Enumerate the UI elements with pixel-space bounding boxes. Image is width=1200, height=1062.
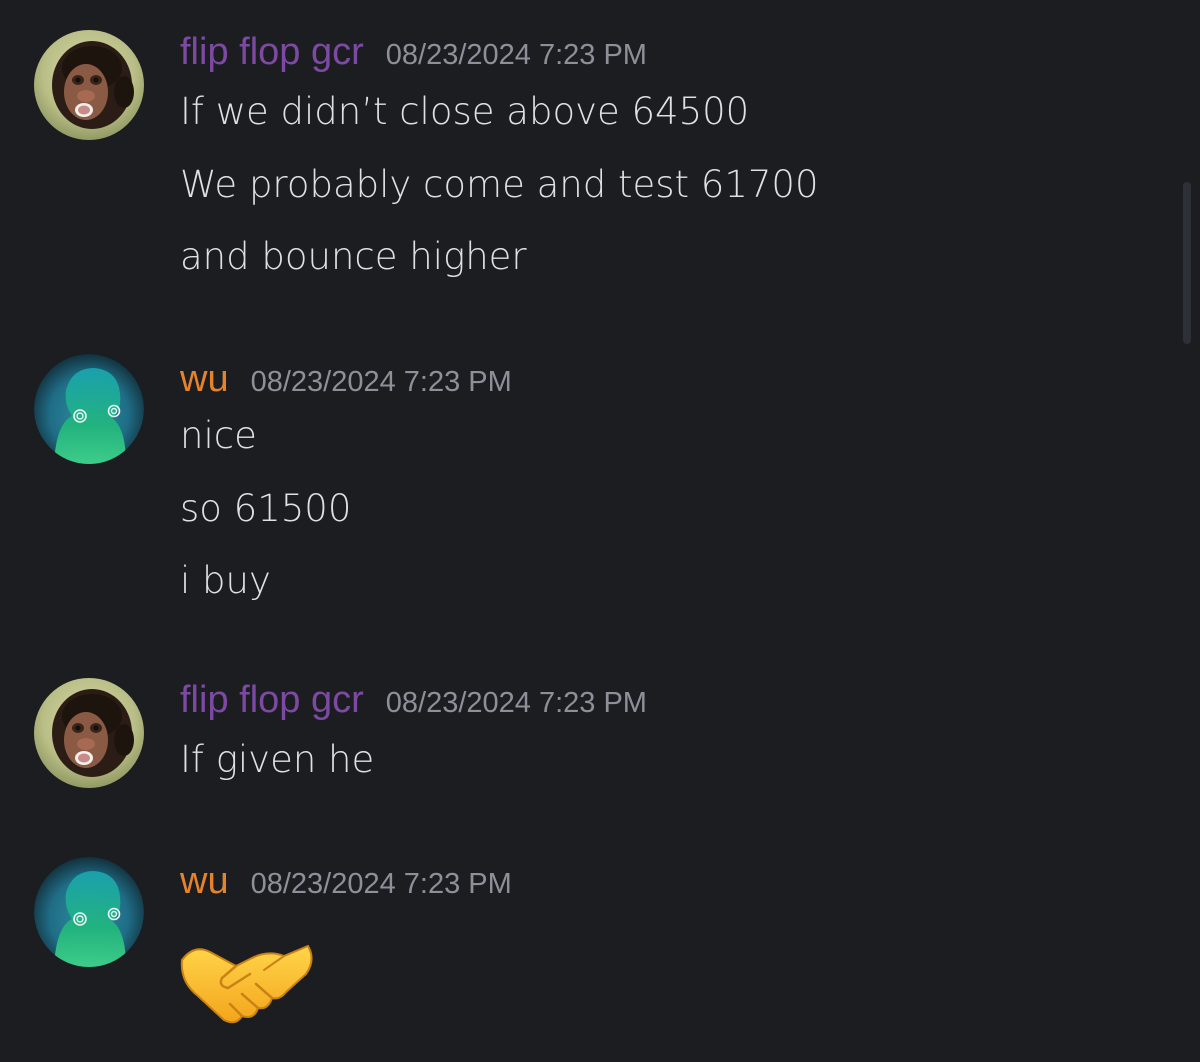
alien-avatar-icon[interactable] xyxy=(34,857,144,967)
message-header: flip flop gcr 08/23/2024 7:23 PM xyxy=(180,33,647,71)
message-text: We probably come and test 61700 xyxy=(180,163,819,206)
message-header: wu 08/23/2024 7:23 PM xyxy=(180,862,512,900)
scrollbar[interactable] xyxy=(1183,182,1191,344)
message-text: If we didn’t close above 64500 xyxy=(180,90,750,133)
handshake-emoji-icon xyxy=(176,930,316,1035)
timestamp: 08/23/2024 7:23 PM xyxy=(250,868,512,900)
chat-messages: flip flop gcr 08/23/2024 7:23 PM If we di… xyxy=(0,0,1200,1062)
message-text: and bounce higher xyxy=(180,235,527,278)
username[interactable]: wu xyxy=(180,358,229,400)
message-header: wu 08/23/2024 7:23 PM xyxy=(180,360,512,398)
timestamp: 08/23/2024 7:23 PM xyxy=(250,366,512,398)
monkey-avatar-icon[interactable] xyxy=(34,678,144,788)
username[interactable]: flip flop gcr xyxy=(180,31,364,73)
message-text: If given he xyxy=(180,738,375,781)
timestamp: 08/23/2024 7:23 PM xyxy=(385,687,647,719)
message-text: so 61500 xyxy=(180,487,352,530)
message-text: nice xyxy=(180,414,257,457)
alien-avatar-icon[interactable] xyxy=(34,354,144,464)
username[interactable]: wu xyxy=(180,860,229,902)
username[interactable]: flip flop gcr xyxy=(180,679,364,721)
timestamp: 08/23/2024 7:23 PM xyxy=(385,39,647,71)
monkey-avatar-icon[interactable] xyxy=(34,30,144,140)
message-text: i buy xyxy=(180,559,271,602)
message-header: flip flop gcr 08/23/2024 7:23 PM xyxy=(180,681,647,719)
